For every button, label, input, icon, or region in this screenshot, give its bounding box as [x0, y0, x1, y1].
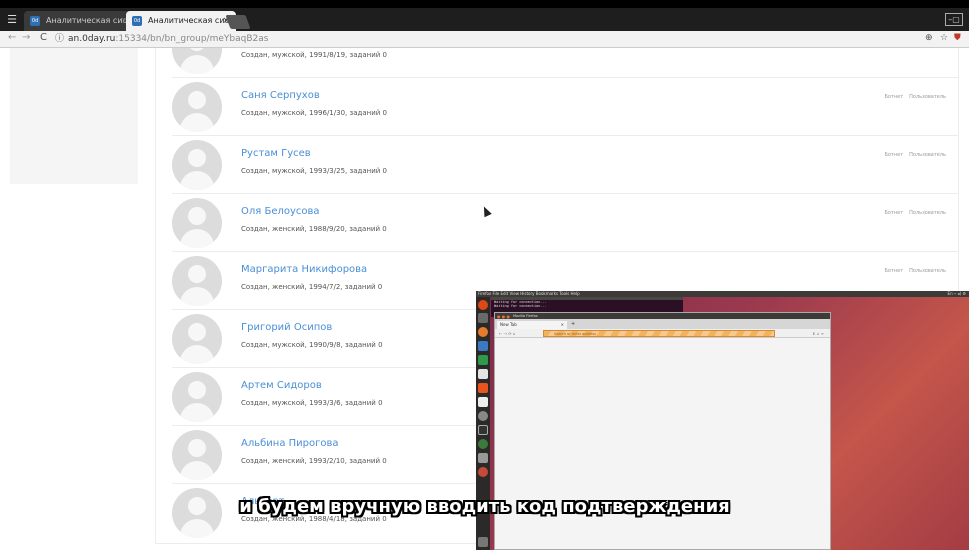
favicon-icon: 0d: [30, 16, 40, 26]
tab-analytics-2[interactable]: 0d Аналитическая сис ×: [126, 11, 236, 31]
avatar: [172, 430, 222, 480]
user-name-link[interactable]: Григорий Осипов: [241, 322, 332, 333]
new-tab-button[interactable]: [225, 15, 251, 29]
user-row[interactable]: Саня Серпухов Создан, мужской, 1996/1/30…: [172, 78, 958, 136]
vpn-icon[interactable]: [478, 439, 488, 449]
user-name-link[interactable]: Саня Серпухов: [241, 90, 320, 101]
address-bar[interactable]: ⓘ an.0day.ru:15334/bn/bn_group/meYbaqB2as: [55, 32, 915, 46]
tab-label: Аналитическая сис: [46, 16, 127, 25]
user-badges: Ботнет Пользователь: [879, 210, 947, 216]
avatar: [172, 140, 222, 190]
avatar: [172, 82, 222, 132]
vm-indicators[interactable]: En ⌁ ◂) ⚙: [948, 291, 966, 297]
url-host: an.0day.ru: [68, 34, 116, 44]
user-name-link[interactable]: Артем Сидоров: [241, 380, 322, 391]
user-meta: Создан, мужской, 1993/3/6, заданий 0: [241, 399, 383, 407]
firefox-navbar: ← → ⟳ ⌂ Search or enter address ⬇ ⌂ ≡: [495, 329, 830, 338]
amazon-icon[interactable]: [478, 397, 488, 407]
translate-icon[interactable]: ⊕: [925, 33, 933, 43]
back-arrow-icon[interactable]: ←: [8, 32, 16, 43]
settings-icon[interactable]: [478, 411, 488, 421]
avatar: [172, 314, 222, 364]
terminal-line: Waiting for connection...: [494, 304, 547, 308]
user-meta: Создан, мужской, 1993/3/25, заданий 0: [241, 167, 387, 175]
badge-user[interactable]: Пользователь: [909, 152, 946, 158]
firefox-nav-icons[interactable]: ← → ⟳ ⌂: [499, 331, 515, 336]
badge-botnet[interactable]: Ботнет: [885, 94, 904, 100]
badge-user[interactable]: Пользователь: [909, 94, 946, 100]
url-path: :15334/bn/bn_group/meYbaqB2as: [115, 34, 269, 44]
new-tab-plus-icon[interactable]: +: [571, 321, 575, 327]
firefox-url-input[interactable]: Search or enter address: [543, 330, 775, 337]
software-center-icon[interactable]: [478, 383, 488, 393]
trash-icon[interactable]: [478, 537, 488, 547]
user-row[interactable]: Рустам Гусев Создан, мужской, 1993/3/25,…: [172, 136, 958, 194]
badge-user[interactable]: Пользователь: [909, 210, 946, 216]
favicon-icon: 0d: [132, 16, 142, 26]
video-subtitle: и будем вручную вводить код подтверждени…: [239, 496, 730, 517]
browser-toolbar: ← → C ⓘ an.0day.ru:15334/bn/bn_group/meYb…: [0, 31, 969, 48]
tab-analytics-1[interactable]: 0d Аналитическая сис ×: [24, 11, 134, 31]
tab-label: Аналитическая сис: [148, 16, 229, 25]
firefox-icon[interactable]: [478, 327, 488, 337]
vm-menu-bar[interactable]: Firefox File Edit View History Bookmarks…: [478, 291, 580, 296]
user-badges: Ботнет Пользователь: [879, 268, 947, 274]
badge-botnet[interactable]: Ботнет: [885, 210, 904, 216]
firefox-tab-new[interactable]: New Tab ×: [497, 321, 567, 329]
left-sidebar-panel: [10, 48, 138, 184]
forward-arrow-icon[interactable]: →: [22, 32, 30, 43]
user-name-link[interactable]: Рустам Гусев: [241, 148, 311, 159]
firefox-window-title: Mozilla Firefox: [513, 314, 538, 318]
spreadsheet-icon[interactable]: [478, 355, 488, 365]
user-meta: Создан, мужской, 1996/1/30, заданий 0: [241, 109, 387, 117]
user-badges: Ботнет Пользователь: [879, 94, 947, 100]
avatar: [172, 372, 222, 422]
app-menu-icon[interactable]: ☰: [4, 12, 20, 27]
reload-icon[interactable]: C: [40, 32, 47, 43]
user-meta: Создан, мужской, 1991/8/19, заданий 0: [241, 51, 387, 59]
files-icon[interactable]: [478, 341, 488, 351]
badge-botnet[interactable]: Ботнет: [885, 268, 904, 274]
avatar: [172, 48, 222, 74]
user-row[interactable]: Создан, мужской, 1991/8/19, заданий 0: [172, 48, 958, 78]
close-icon[interactable]: ×: [561, 321, 564, 329]
terminal-titlebar: [491, 297, 683, 300]
tool-icon[interactable]: [478, 453, 488, 463]
display-icon[interactable]: [478, 425, 488, 435]
firefox-url-placeholder: Search or enter address: [554, 332, 597, 336]
user-name-link[interactable]: Оля Белоусова: [241, 206, 320, 217]
extension-shield-icon[interactable]: ⛊: [954, 33, 961, 43]
badge-user[interactable]: Пользователь: [909, 268, 946, 274]
user-row[interactable]: Оля Белоусова Создан, женский, 1988/9/20…: [172, 194, 958, 252]
browser-titlebar: ☰ 0d Аналитическая сис × 0d Аналитическа…: [0, 8, 969, 31]
avatar: [172, 198, 222, 248]
info-icon[interactable]: ⓘ: [55, 34, 64, 44]
firefox-menu-icons[interactable]: ⬇ ⌂ ≡: [812, 329, 824, 338]
record-icon[interactable]: [478, 467, 488, 477]
user-meta: Создан, женский, 1993/2/10, заданий 0: [241, 457, 387, 465]
user-meta: Создан, женский, 1988/9/20, заданий 0: [241, 225, 387, 233]
firefox-tab-label: New Tab: [500, 322, 517, 327]
user-meta: Создан, женский, 1994/7/2, заданий 0: [241, 283, 383, 291]
user-name-link[interactable]: Альбина Пирогова: [241, 438, 339, 449]
user-name-link[interactable]: Маргарита Никифорова: [241, 264, 367, 275]
ubuntu-dash-icon[interactable]: [478, 300, 488, 310]
window-controls-icon[interactable]: –▢: [945, 13, 963, 26]
bookmark-star-icon[interactable]: ☆: [940, 33, 948, 43]
badge-botnet[interactable]: Ботнет: [885, 152, 904, 158]
avatar: [172, 256, 222, 306]
user-meta: Создан, мужской, 1990/9/8, заданий 0: [241, 341, 383, 349]
firefox-tabstrip: New Tab × +: [495, 319, 830, 329]
user-badges: Ботнет Пользователь: [879, 152, 947, 158]
document-icon[interactable]: [478, 369, 488, 379]
terminal-icon[interactable]: [478, 313, 488, 323]
